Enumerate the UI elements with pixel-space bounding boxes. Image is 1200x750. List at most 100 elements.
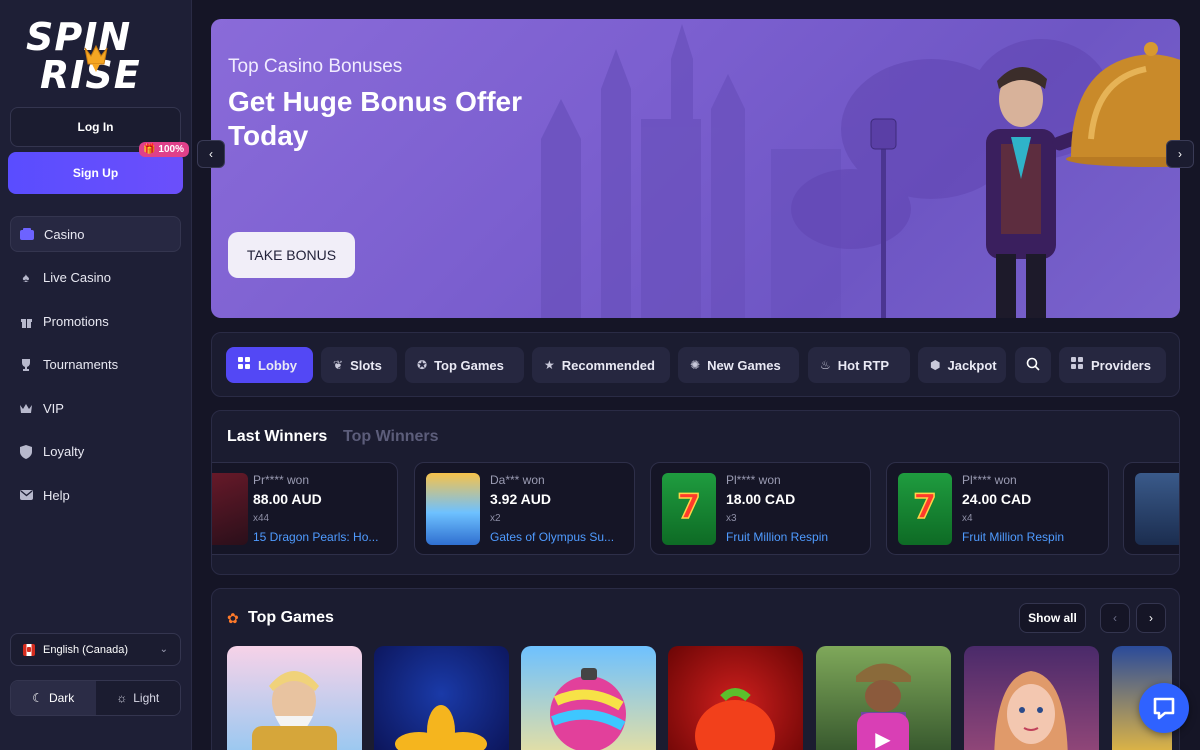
game-tile[interactable] bbox=[374, 646, 509, 750]
trophy-icon bbox=[19, 358, 33, 372]
tab-slots[interactable]: ❦ Slots bbox=[321, 347, 397, 383]
casino-icon bbox=[20, 227, 34, 241]
sidebar-item-live-casino[interactable]: ♠ Live Casino bbox=[10, 260, 181, 296]
sidebar-item-casino[interactable]: Casino bbox=[10, 216, 181, 252]
star-icon: ★ bbox=[544, 358, 555, 372]
tab-top-winners[interactable]: Top Winners bbox=[343, 428, 439, 446]
winner-game-link[interactable]: Fruit Million Respin bbox=[962, 530, 1098, 544]
brand-logo[interactable]: SPIN RISE bbox=[26, 18, 166, 98]
hero-next-button[interactable]: › bbox=[1166, 140, 1194, 168]
sidebar-item-loyalty[interactable]: Loyalty bbox=[10, 434, 181, 470]
theme-toggle: ☾ Dark ☼ Light bbox=[10, 680, 181, 716]
sidebar-item-label: Casino bbox=[44, 226, 85, 242]
mail-icon bbox=[19, 488, 33, 502]
winner-name: Pr**** won bbox=[253, 473, 310, 487]
signup-badge-text: 100% bbox=[158, 144, 184, 155]
gift-icon: 🎁 bbox=[142, 144, 156, 155]
winners-panel: Last Winners Top Winners Pr**** won 88.0… bbox=[211, 410, 1180, 575]
winner-game-link[interactable]: Gates of Olympus Su... bbox=[490, 530, 626, 544]
theme-dark-button[interactable]: ☾ Dark bbox=[11, 681, 96, 715]
language-select[interactable]: English (Canada) ⌄ bbox=[10, 633, 181, 666]
sidebar-item-label: Loyalty bbox=[43, 444, 85, 459]
zeus-art bbox=[252, 671, 337, 750]
take-bonus-button[interactable]: TAKE BONUS bbox=[228, 232, 355, 278]
sidebar-item-promotions[interactable]: Promotions bbox=[10, 303, 181, 339]
canada-flag-icon bbox=[23, 643, 35, 656]
section-title: Top Games bbox=[248, 609, 334, 626]
sun-icon: ☼ bbox=[116, 691, 128, 705]
game-tile[interactable]: ▶ bbox=[816, 646, 951, 750]
tab-label: New Games bbox=[707, 357, 781, 373]
sidebar-item-label: Promotions bbox=[43, 313, 109, 329]
winner-game-link[interactable]: 15 Dragon Pearls: Ho... bbox=[253, 530, 389, 544]
winner-card[interactable]: 7 Pl**** won 24.00 CAD x4 Fruit Million … bbox=[886, 462, 1109, 555]
tab-jackpot[interactable]: ⬢ Jackpot bbox=[918, 347, 1006, 383]
play-button[interactable]: ▶ bbox=[857, 713, 909, 750]
sidebar: SPIN RISE Log In Sign Up 🎁 100% Casino ♠… bbox=[0, 0, 192, 750]
sidebar-item-tournaments[interactable]: Tournaments bbox=[10, 347, 181, 383]
winner-card[interactable]: Da*** won 3.92 AUD x2 Gates of Olympus S… bbox=[414, 462, 635, 555]
princess-art bbox=[994, 671, 1068, 750]
winner-card[interactable] bbox=[1123, 462, 1179, 555]
search-button[interactable] bbox=[1015, 347, 1051, 383]
theme-dark-label: Dark bbox=[48, 691, 75, 705]
sidebar-item-help[interactable]: Help bbox=[10, 477, 181, 513]
tab-label: Recommended bbox=[561, 357, 655, 373]
tab-new-games[interactable]: ✺ New Games bbox=[678, 347, 799, 383]
tab-hot-rtp[interactable]: ♨ Hot RTP bbox=[808, 347, 910, 383]
new-icon: ✺ bbox=[690, 358, 701, 372]
seven-icon: 7 bbox=[912, 486, 937, 528]
winner-multiplier: x3 bbox=[726, 513, 737, 524]
tab-label: Top Games bbox=[434, 357, 504, 373]
grid-icon bbox=[238, 357, 251, 373]
winner-multiplier: x4 bbox=[962, 513, 973, 524]
show-all-button[interactable]: Show all bbox=[1019, 603, 1086, 633]
game-tile[interactable] bbox=[521, 646, 656, 750]
chevron-left-icon: ‹ bbox=[1113, 611, 1117, 625]
carousel-next-button[interactable]: › bbox=[1136, 603, 1166, 633]
category-tabs: Lobby ❦ Slots ✪ Top Games ★ Recommended … bbox=[211, 332, 1180, 397]
game-tile[interactable] bbox=[227, 646, 362, 750]
winner-amount: 88.00 AUD bbox=[253, 491, 322, 507]
game-tile[interactable] bbox=[964, 646, 1099, 750]
logo-crown-icon bbox=[84, 44, 108, 72]
chevron-left-icon: ‹ bbox=[209, 147, 213, 161]
winner-card[interactable]: 7 Pl**** won 18.00 CAD x3 Fruit Million … bbox=[650, 462, 871, 555]
hero-prev-button[interactable]: ‹ bbox=[197, 140, 225, 168]
tab-providers[interactable]: Providers bbox=[1059, 347, 1166, 383]
sidebar-item-label: VIP bbox=[43, 400, 64, 416]
carousel-prev-button[interactable]: ‹ bbox=[1100, 603, 1130, 633]
signup-label: Sign Up bbox=[72, 166, 119, 180]
sidebar-item-vip[interactable]: VIP bbox=[10, 390, 181, 426]
medal-icon: ✪ bbox=[417, 358, 428, 372]
svg-text:7: 7 bbox=[677, 487, 701, 527]
tab-top-games[interactable]: ✪ Top Games bbox=[405, 347, 524, 383]
tab-lobby[interactable]: Lobby bbox=[226, 347, 313, 383]
winner-card[interactable]: Pr**** won 88.00 AUD x44 15 Dragon Pearl… bbox=[212, 462, 398, 555]
sidebar-nav: Casino ♠ Live Casino Promotions Tourname… bbox=[10, 216, 181, 521]
play-icon: ▶ bbox=[875, 728, 891, 750]
sidebar-item-label: Live Casino bbox=[43, 270, 111, 285]
signup-button[interactable]: Sign Up 🎁 100% bbox=[8, 142, 189, 194]
sidebar-item-label: Tournaments bbox=[43, 357, 119, 372]
login-button[interactable]: Log In bbox=[10, 107, 181, 147]
svg-text:7: 7 bbox=[913, 487, 937, 527]
winner-multiplier: x2 bbox=[490, 513, 501, 524]
winner-amount: 18.00 CAD bbox=[726, 491, 796, 507]
crown-icon bbox=[19, 401, 33, 415]
game-thumbnail: 7 bbox=[898, 473, 952, 545]
live-chat-button[interactable] bbox=[1139, 683, 1189, 733]
chili-art bbox=[695, 688, 775, 750]
tab-label: Providers bbox=[1091, 357, 1151, 373]
winner-multiplier: x44 bbox=[253, 513, 270, 524]
tab-label: Hot RTP bbox=[837, 357, 890, 373]
jackpot-icon: ⬢ bbox=[930, 358, 941, 372]
tab-last-winners[interactable]: Last Winners bbox=[227, 428, 327, 446]
seven-icon: 7 bbox=[676, 486, 701, 528]
winner-game-link[interactable]: Fruit Million Respin bbox=[726, 530, 862, 544]
theme-light-button[interactable]: ☼ Light bbox=[95, 681, 180, 715]
moon-icon: ☾ bbox=[32, 691, 43, 705]
chevron-down-icon: ⌄ bbox=[159, 644, 168, 655]
tab-recommended[interactable]: ★ Recommended bbox=[532, 347, 670, 383]
game-tile[interactable] bbox=[668, 646, 803, 750]
